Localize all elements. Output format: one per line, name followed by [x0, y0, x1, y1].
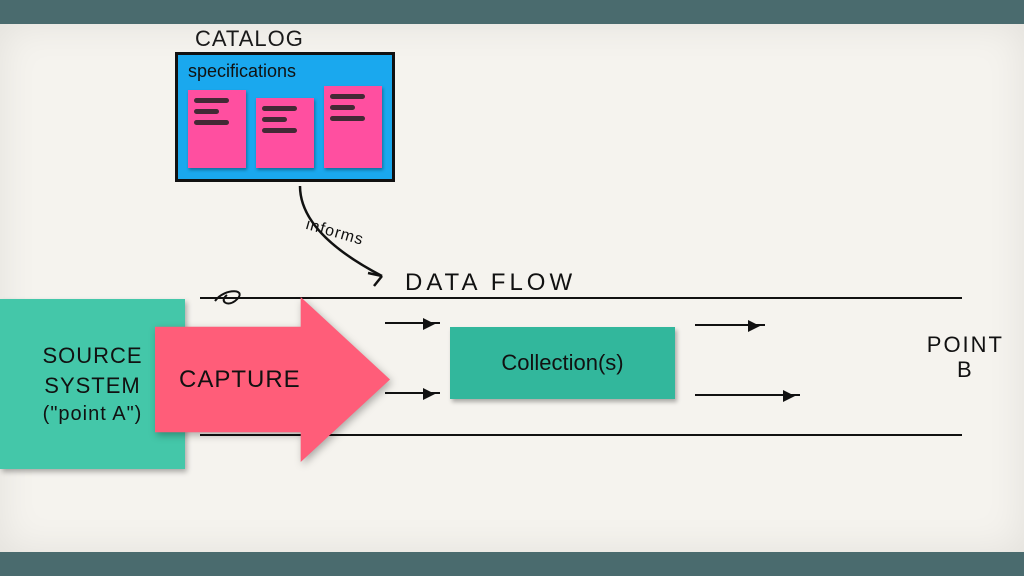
collection-card: Collection(s) — [450, 327, 675, 399]
source-line2: SYSTEM — [44, 373, 140, 399]
flow-arrow-icon — [385, 392, 440, 394]
source-sub: ("point A") — [43, 403, 143, 426]
spec-cards — [188, 86, 382, 168]
flow-arrow-icon — [385, 322, 440, 324]
catalog-box: specifications — [175, 52, 395, 182]
source-line1: SOURCE — [42, 343, 142, 369]
spec-card — [188, 90, 246, 168]
point-b-label: POINT B — [927, 332, 1004, 383]
flow-arrow-icon — [695, 324, 765, 326]
flow-arrow-icon — [695, 394, 800, 396]
paper-canvas: CATALOG specifications informs DATA FLOW… — [0, 24, 1024, 552]
collection-label: Collection(s) — [501, 350, 623, 376]
spec-card — [256, 98, 314, 168]
pointb-line2: B — [957, 357, 974, 382]
informs-label: informs — [304, 216, 366, 250]
dataflow-title: DATA FLOW — [405, 269, 576, 297]
pointb-line1: POINT — [927, 332, 1004, 357]
capture-label: CAPTURE — [179, 366, 301, 394]
catalog-title: CATALOG — [195, 26, 304, 52]
capture-arrow: CAPTURE — [155, 297, 390, 462]
catalog-subtitle: specifications — [188, 61, 382, 82]
spec-card — [324, 86, 382, 168]
